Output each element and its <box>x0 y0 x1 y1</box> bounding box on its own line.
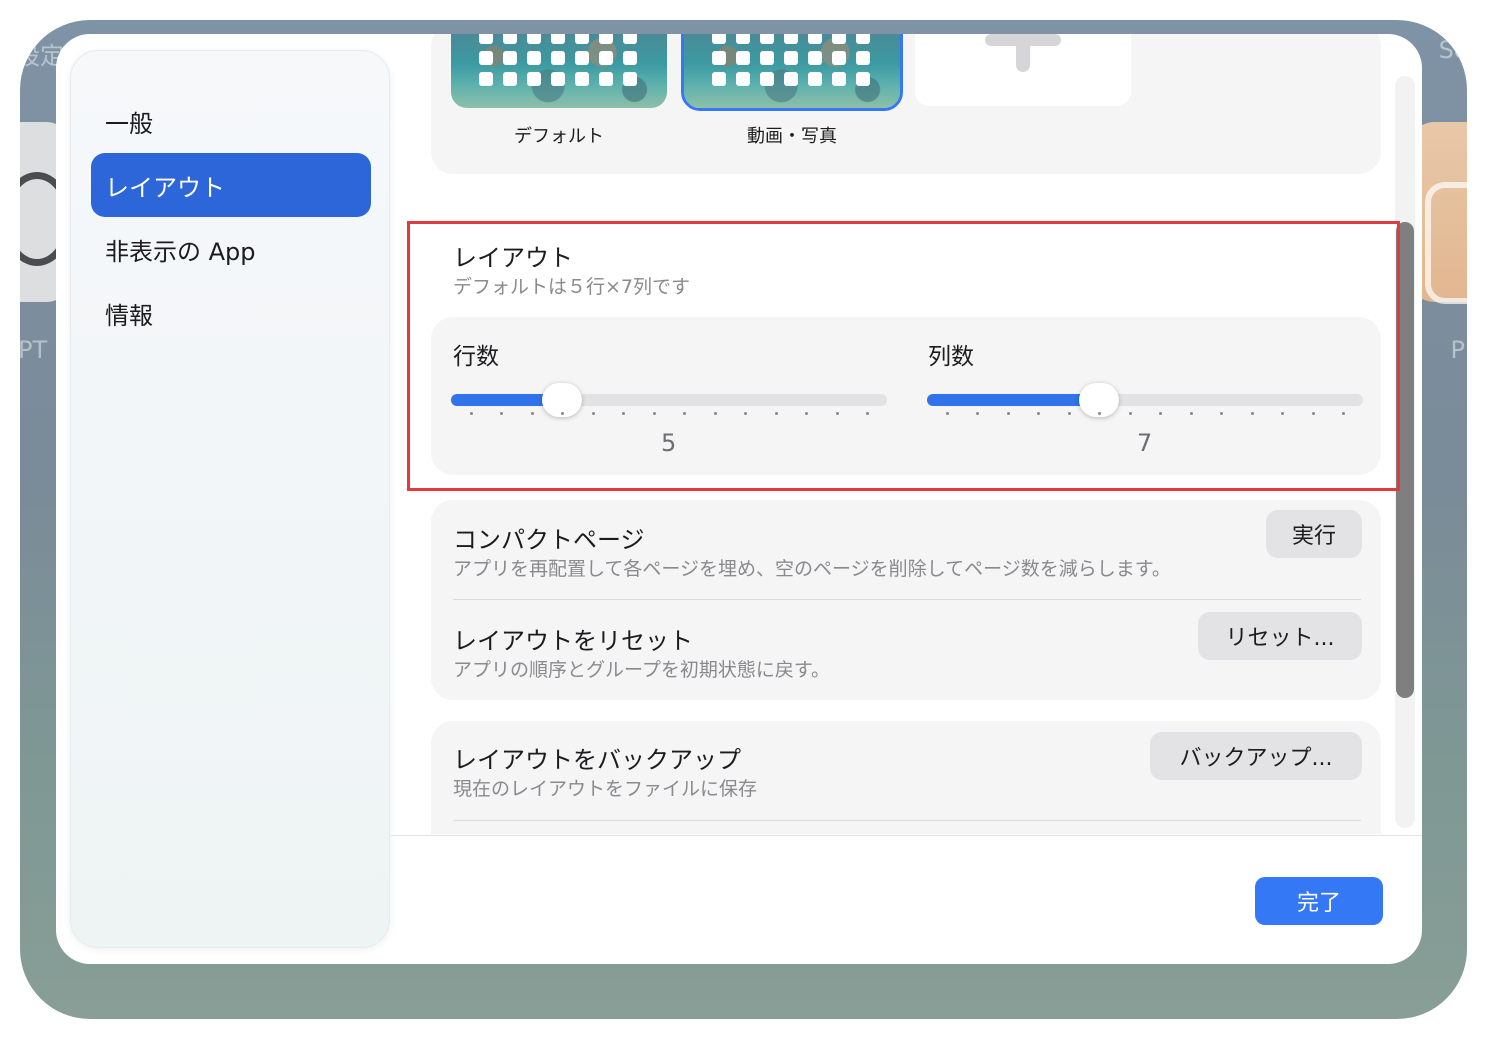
footer-divider <box>391 835 1422 836</box>
layout-actions-card: コンパクトページ アプリを再配置して各ページを埋め、空のページを削除してページ数… <box>431 500 1381 700</box>
backup-layout-button[interactable]: バックアップ... <box>1150 732 1362 780</box>
add-preset-button[interactable] <box>915 34 1131 106</box>
sidebar-item-label: 一般 <box>105 109 153 138</box>
sidebar-item-layout[interactable]: レイアウト <box>91 153 371 217</box>
done-button[interactable]: 完了 <box>1255 877 1383 925</box>
background-app-label-left: PT <box>20 336 48 364</box>
compact-page-subtitle: アプリを再配置して各ページを埋め、空のページを削除してページ数を減らします。 <box>453 558 1171 580</box>
sidebar-item-hidden-apps[interactable]: 非表示の App <box>91 217 371 281</box>
presets-card: デフォルト 動画・写真 <box>431 34 1381 174</box>
divider <box>453 820 1361 821</box>
settings-dialog: 一般 レイアウト 非表示の App 情報 デフォルト 動画・写真 レイアウト デ… <box>56 34 1422 964</box>
reset-layout-button[interactable]: リセット... <box>1198 612 1362 660</box>
sidebar-item-label: 情報 <box>105 301 153 330</box>
sidebar-item-info[interactable]: 情報 <box>91 281 371 345</box>
sidebar-item-label: 非表示の App <box>105 237 256 266</box>
preset-thumbnail-default[interactable] <box>451 34 667 108</box>
preset-label-video-photo: 動画・写真 <box>747 126 837 147</box>
preset-label-default: デフォルト <box>514 126 604 147</box>
preset-thumbnail-video-photo[interactable] <box>681 34 903 111</box>
background-label-right: Sc <box>1438 36 1467 64</box>
compact-page-title: コンパクトページ <box>453 526 645 554</box>
reset-layout-title: レイアウトをリセット <box>453 627 693 655</box>
reset-layout-subtitle: アプリの順序とグループを初期状態に戻す。 <box>453 659 830 681</box>
sidebar: 一般 レイアウト 非表示の App 情報 <box>70 50 390 948</box>
layout-highlight-box <box>407 221 1400 491</box>
sidebar-item-general[interactable]: 一般 <box>91 89 371 153</box>
background-app-label-right: P <box>1450 336 1465 364</box>
divider <box>453 599 1361 600</box>
sidebar-item-label: レイアウト <box>105 173 225 202</box>
backup-card: レイアウトをバックアップ 現在のレイアウトをファイルに保存 バックアップ... <box>431 721 1381 834</box>
compact-run-button[interactable]: 実行 <box>1266 510 1362 558</box>
backup-layout-subtitle: 現在のレイアウトをファイルに保存 <box>453 778 758 800</box>
backup-layout-title: レイアウトをバックアップ <box>453 746 741 774</box>
